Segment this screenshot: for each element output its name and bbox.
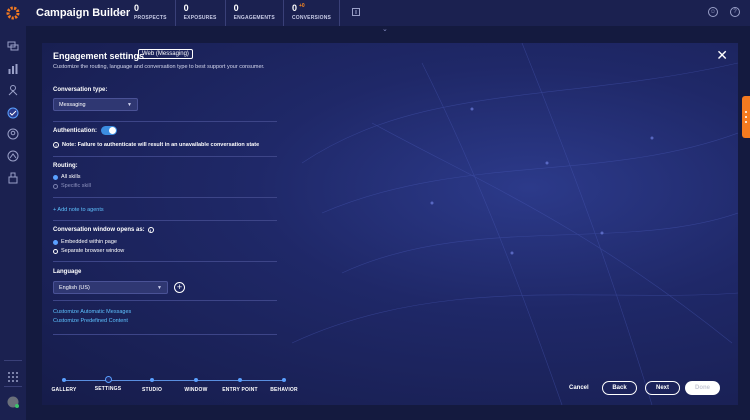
window-option-separate[interactable]: Separate browser window <box>53 248 124 254</box>
back-button[interactable]: Back <box>602 381 637 395</box>
window-label-row: Conversation window opens as: i <box>53 227 154 233</box>
authentication-toggle[interactable] <box>101 126 117 135</box>
stat-engagements: 0 ENGAGEMENTS <box>226 0 284 26</box>
app-root: Campaign Builder › 0 PROSPECTS 0 EXPOSUR… <box>0 0 750 420</box>
reports-icon[interactable] <box>6 62 20 76</box>
stat-prospects: 0 PROSPECTS <box>126 0 176 26</box>
sidebar <box>0 26 26 420</box>
feedback-tab[interactable] <box>742 96 750 138</box>
stat-conversions: 0 +0 CONVERSIONS <box>284 0 341 26</box>
stat-value: 0 <box>134 3 140 13</box>
automation-icon[interactable] <box>6 149 20 163</box>
authentication-label: Authentication: <box>53 128 97 134</box>
authentication-note-text: Note: Failure to authenticate will resul… <box>62 142 260 148</box>
chevron-right-icon: › <box>117 7 121 19</box>
language-label: Language <box>53 269 82 275</box>
routing-option-specific-skill[interactable]: Specific skill <box>53 183 91 189</box>
wizard-step-studio[interactable]: STUDIO <box>132 376 172 393</box>
routing-option-label: Specific skill <box>61 183 91 189</box>
apps-icon[interactable] <box>6 171 20 185</box>
language-value: English (US) <box>59 284 90 291</box>
step-label: GALLERY <box>51 387 77 393</box>
cancel-button[interactable]: Cancel <box>569 385 589 391</box>
wizard-step-entry-point[interactable]: ENTRY POINT <box>220 376 260 393</box>
divider <box>53 220 277 221</box>
chevron-down-icon: ▼ <box>157 284 162 291</box>
agent-icon[interactable] <box>6 83 20 97</box>
routing-option-all-skills[interactable]: All skills <box>53 174 81 180</box>
chevron-down-icon[interactable]: ⌄ <box>382 25 388 33</box>
routing-option-label: All skills <box>61 174 81 180</box>
wizard-step-behavior[interactable]: BEHAVIOR <box>264 376 304 393</box>
background-network-graphic <box>291 43 738 405</box>
stat-exposures: 0 EXPOSURES <box>176 0 226 26</box>
sidebar-divider <box>4 386 22 387</box>
campaign-info-icon[interactable] <box>352 8 361 18</box>
stat-value: 0 <box>233 3 239 13</box>
sidebar-divider <box>4 360 22 361</box>
info-icon[interactable]: i <box>147 227 154 233</box>
stat-value: 0 <box>183 3 189 13</box>
top-bar: Campaign Builder › 0 PROSPECTS 0 EXPOSUR… <box>0 0 750 26</box>
window-option-label: Embedded within page <box>61 239 117 245</box>
info-icon: i <box>53 142 59 148</box>
done-button[interactable]: Done <box>685 381 720 395</box>
add-note-to-agents-link[interactable]: + Add note to agents <box>53 207 104 213</box>
stat-label: ENGAGEMENTS <box>233 15 275 21</box>
wizard-step-window[interactable]: WINDOW <box>176 376 216 393</box>
add-language-button[interactable]: + <box>174 282 185 293</box>
divider <box>53 121 277 122</box>
stat-label: PROSPECTS <box>134 15 167 21</box>
radio-selected-icon <box>53 239 58 245</box>
step-label: STUDIO <box>141 387 163 393</box>
step-label: SETTINGS <box>94 386 122 392</box>
window-option-embedded[interactable]: Embedded within page <box>53 239 117 245</box>
language-select[interactable]: English (US) ▼ <box>53 281 168 294</box>
dialog-subtitle: Customize the routing, language and conv… <box>53 64 265 70</box>
app-title: Campaign Builder <box>36 7 131 19</box>
user-status-icon[interactable]: ☺ <box>708 7 718 17</box>
chevron-down-icon: ▼ <box>127 101 132 108</box>
wizard-step-gallery[interactable]: GALLERY <box>44 376 84 393</box>
brand-logo-icon[interactable] <box>0 0 26 26</box>
divider <box>53 156 277 157</box>
engagement-settings-panel: ✕ Engagement settings Web (Messaging) Cu… <box>42 43 738 405</box>
help-icon[interactable]: ? <box>730 7 740 17</box>
conversation-type-select[interactable]: Messaging ▼ <box>53 98 138 111</box>
users-icon[interactable] <box>6 127 20 141</box>
radio-selected-icon <box>53 174 58 180</box>
conversation-type-value: Messaging <box>59 101 86 108</box>
customize-predefined-content-link[interactable]: Customize Predefined Content <box>53 318 128 324</box>
radio-icon <box>53 248 58 254</box>
radio-icon <box>53 183 58 189</box>
channel-badge: Web (Messaging) <box>138 49 193 59</box>
window-label: Conversation window opens as: <box>53 227 145 233</box>
routing-label: Routing: <box>53 163 78 169</box>
customize-automatic-messages-link[interactable]: Customize Automatic Messages <box>53 309 131 315</box>
stat-value: 0 <box>291 3 297 13</box>
step-label: BEHAVIOR <box>270 387 298 393</box>
authentication-note: i Note: Failure to authenticate will res… <box>53 142 259 148</box>
stat-delta: +0 <box>298 3 305 9</box>
divider <box>53 334 277 335</box>
wizard-step-settings[interactable]: SETTINGS <box>88 376 128 392</box>
conversations-icon[interactable] <box>6 39 20 53</box>
window-option-label: Separate browser window <box>61 248 125 254</box>
campaigns-icon[interactable] <box>6 106 20 120</box>
divider <box>53 261 277 262</box>
next-button[interactable]: Next <box>645 381 680 395</box>
stat-label: CONVERSIONS <box>291 15 332 21</box>
divider <box>53 197 277 198</box>
step-label: ENTRY POINT <box>222 387 258 393</box>
app-grid-icon[interactable] <box>6 370 20 384</box>
step-label: WINDOW <box>184 387 208 393</box>
conversation-type-label: Conversation type: <box>53 87 108 93</box>
dialog-title: Engagement settings <box>53 51 145 61</box>
stat-label: EXPOSURES <box>183 15 217 21</box>
avatar[interactable] <box>6 395 20 409</box>
close-icon[interactable]: ✕ <box>716 47 728 64</box>
divider <box>53 300 277 301</box>
